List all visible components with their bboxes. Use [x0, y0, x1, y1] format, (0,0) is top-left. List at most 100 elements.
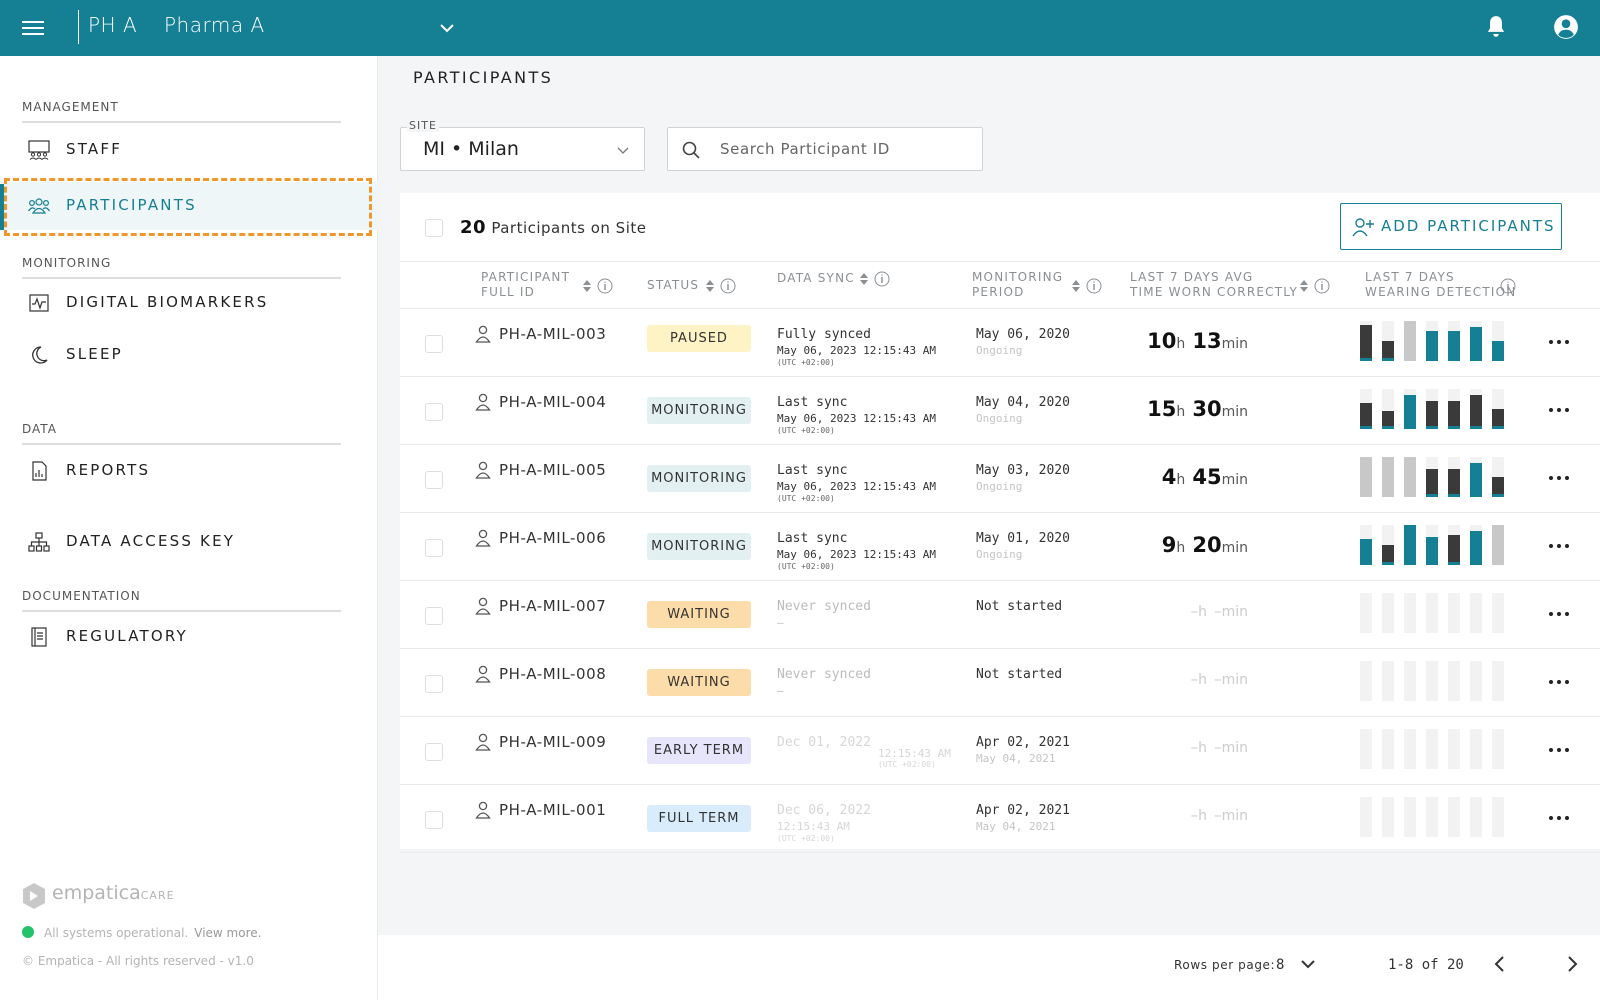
- participant-count: 20 Participants on Site: [460, 217, 646, 238]
- sidebar-item-sleep[interactable]: SLEEP: [0, 333, 378, 377]
- sort-info-icons[interactable]: [1298, 278, 1334, 294]
- row-checkbox[interactable]: [425, 403, 443, 421]
- participant-id[interactable]: PH-A-MIL-007: [499, 597, 606, 615]
- wearing-day-fill: [1404, 457, 1416, 497]
- row-checkbox[interactable]: [425, 335, 443, 353]
- more-options-icon[interactable]: [1547, 739, 1571, 759]
- chevron-right-icon[interactable]: [1562, 953, 1582, 975]
- time-worn-value: 4h 45min: [1100, 465, 1250, 489]
- table-row[interactable]: PH-A-MIL-004 MONITORING Last sync May 06, 2…: [400, 377, 1600, 445]
- wearing-day-bar: [1470, 593, 1482, 633]
- more-options-icon[interactable]: [1547, 399, 1571, 419]
- more-options-icon[interactable]: [1547, 535, 1571, 555]
- column-header-time-worn[interactable]: LAST 7 DAYS AVG TIME WORN CORRECTLY: [1130, 270, 1298, 300]
- wearing-day-bar: [1470, 729, 1482, 769]
- table-row[interactable]: PH-A-MIL-007 WAITING Never synced – Not star…: [400, 581, 1600, 649]
- participant-id[interactable]: PH-A-MIL-005: [499, 461, 606, 479]
- sidebar-item-digital-biomarkers[interactable]: DIGITAL BIOMARKERS: [0, 281, 378, 325]
- sort-info-icons[interactable]: [704, 278, 740, 294]
- search-icon: [682, 141, 700, 159]
- column-header-status[interactable]: STATUS: [647, 278, 699, 293]
- page-title: PARTICIPANTS: [413, 68, 554, 87]
- table-row[interactable]: PH-A-MIL-008 WAITING Never synced – Not star…: [400, 649, 1600, 717]
- wearing-day-bar: [1426, 593, 1438, 633]
- report-document-icon: [32, 461, 47, 481]
- minutes-value: –: [1214, 806, 1222, 824]
- column-header-participant-id[interactable]: PARTICIPANT FULL ID: [481, 270, 570, 300]
- wearing-day-fill: [1448, 331, 1460, 361]
- bell-icon[interactable]: [1483, 14, 1509, 40]
- section-divider: [22, 121, 341, 123]
- status-text: All systems operational.: [44, 926, 189, 940]
- chevron-left-icon[interactable]: [1490, 953, 1510, 975]
- sync-status: Fully synced: [777, 327, 871, 342]
- regulatory-book-icon: [31, 627, 47, 647]
- table-row[interactable]: PH-A-MIL-001 FULL TERM Dec 06, 2022 12:15:4…: [400, 785, 1600, 853]
- participant-id[interactable]: PH-A-MIL-003: [499, 325, 606, 343]
- participant-id[interactable]: PH-A-MIL-004: [499, 393, 606, 411]
- wearing-detection-chart: [1360, 797, 1505, 837]
- rows-per-page-value[interactable]: 8: [1276, 957, 1284, 973]
- hamburger-menu-icon[interactable]: [22, 17, 44, 39]
- sort-info-icons[interactable]: [858, 271, 894, 287]
- column-header-monitoring-period[interactable]: MONITORING PERIOD: [972, 270, 1063, 300]
- participant-id[interactable]: PH-A-MIL-009: [499, 733, 606, 751]
- row-checkbox[interactable]: [425, 811, 443, 829]
- row-checkbox[interactable]: [425, 743, 443, 761]
- row-checkbox[interactable]: [425, 471, 443, 489]
- more-options-icon[interactable]: [1547, 467, 1571, 487]
- search-field[interactable]: [667, 127, 983, 171]
- search-input[interactable]: [720, 128, 970, 170]
- sort-info-icons[interactable]: [581, 278, 617, 294]
- sync-status: Dec 06, 2022: [777, 803, 871, 818]
- sidebar-item-label: SLEEP: [66, 345, 123, 363]
- sidebar-item-regulatory[interactable]: REGULATORY: [0, 615, 378, 659]
- org-name[interactable]: Pharma A: [164, 13, 265, 37]
- time-worn-value: –h –min: [1100, 805, 1250, 824]
- sidebar-item-staff[interactable]: STAFF: [0, 128, 378, 172]
- select-all-checkbox[interactable]: [425, 219, 443, 237]
- add-participants-button[interactable]: ADD PARTICIPANTS: [1340, 203, 1562, 250]
- more-options-icon[interactable]: [1547, 807, 1571, 827]
- participant-id[interactable]: PH-A-MIL-008: [499, 665, 606, 683]
- table-toolbar: 20 Participants on Site ADD PARTICIPANTS: [400, 193, 1600, 261]
- table-row[interactable]: PH-A-MIL-003 PAUSED Fully synced May 06, 20…: [400, 309, 1600, 377]
- hours-unit: h: [1176, 540, 1186, 556]
- view-more-link[interactable]: View more.: [194, 926, 261, 940]
- participant-id[interactable]: PH-A-MIL-001: [499, 801, 606, 819]
- table-row[interactable]: PH-A-MIL-006 MONITORING Last sync May 06, 2…: [400, 513, 1600, 581]
- section-label-monitoring: MONITORING: [22, 256, 112, 270]
- info-icon[interactable]: [1499, 278, 1519, 294]
- row-checkbox[interactable]: [425, 539, 443, 557]
- chevron-down-icon[interactable]: [1299, 955, 1317, 973]
- site-select[interactable]: SITE MI • Milan: [400, 119, 645, 171]
- more-options-icon[interactable]: [1547, 603, 1571, 623]
- monitoring-end: Ongoing: [976, 548, 1023, 561]
- sort-info-icons[interactable]: [1070, 278, 1106, 294]
- wearing-day-bar: [1448, 321, 1460, 361]
- status-badge: MONITORING: [647, 397, 751, 424]
- wearing-day-bar: [1448, 389, 1460, 429]
- user-circle-icon[interactable]: [1553, 14, 1579, 40]
- chevron-down-icon[interactable]: [438, 19, 456, 37]
- wearing-day-bar: [1382, 729, 1394, 769]
- time-worn-value: 15h 30min: [1100, 397, 1250, 421]
- hours-unit: h: [1198, 672, 1207, 688]
- page-range: 1-8 of 20: [1388, 957, 1464, 973]
- row-checkbox[interactable]: [425, 607, 443, 625]
- wearing-day-fill: [1470, 327, 1482, 361]
- sync-datetime: –: [777, 684, 784, 697]
- status-badge: PAUSED: [647, 325, 751, 352]
- participant-id[interactable]: PH-A-MIL-006: [499, 529, 606, 547]
- sidebar-item-data-access-key[interactable]: DATA ACCESS KEY: [0, 520, 378, 564]
- column-header-data-sync[interactable]: DATA SYNC: [777, 271, 855, 286]
- table-row[interactable]: PH-A-MIL-005 MONITORING Last sync May 06, 2…: [400, 445, 1600, 513]
- copyright: © Empatica - All rights reserved - v1.0: [22, 954, 254, 968]
- sidebar-item-reports[interactable]: REPORTS: [0, 449, 378, 493]
- more-options-icon[interactable]: [1547, 331, 1571, 351]
- wearing-day-bar: [1404, 525, 1416, 565]
- table-header: PARTICIPANT FULL ID STATUS DATA SYNC MONI…: [400, 261, 1600, 309]
- more-options-icon[interactable]: [1547, 671, 1571, 691]
- table-row[interactable]: PH-A-MIL-009 EARLY TERM Dec 01, 2022 12:15:…: [400, 717, 1600, 785]
- row-checkbox[interactable]: [425, 675, 443, 693]
